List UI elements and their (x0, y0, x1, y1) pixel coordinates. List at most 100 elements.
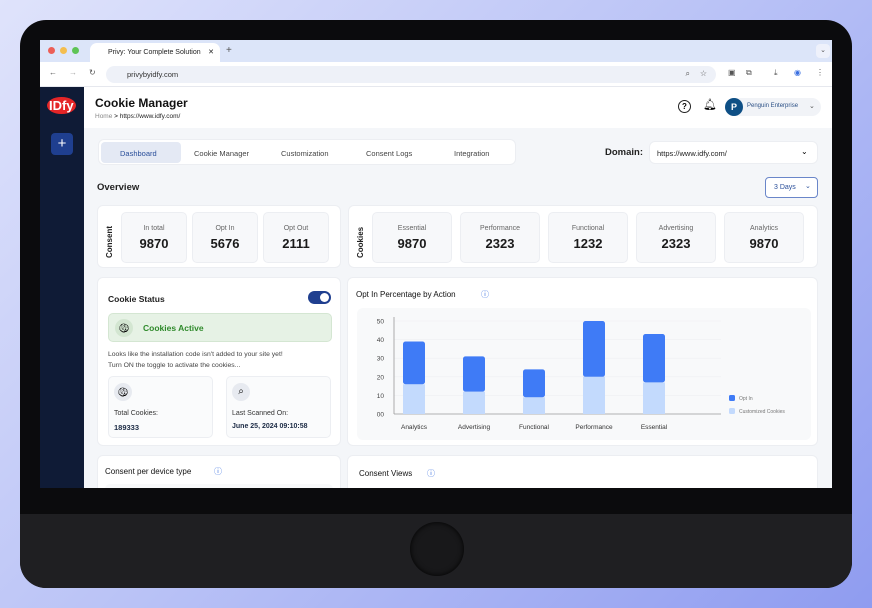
bar-customized-cookies (583, 376, 605, 414)
info-icon[interactable]: ⓘ (427, 468, 435, 479)
maximize-window-button[interactable] (72, 47, 79, 54)
address-bar-row: ← → ↻ privybyidfy.com ⌕ ☆ ▣ ⧉ ⤓ ◉ ⋮ (40, 62, 832, 87)
stat-opt-in: Opt In 5676 (192, 212, 258, 263)
y-tick-label: 00 (377, 412, 385, 419)
device-card: Consent per device type ⓘ (97, 455, 341, 488)
breadcrumb-home[interactable]: Home (95, 113, 112, 120)
cookies-active-banner: 🍪︎ Cookies Active (108, 313, 332, 342)
y-tick-label: 30 (377, 356, 385, 363)
x-tick-label: Analytics (401, 424, 428, 431)
y-tick-label: 20 (377, 374, 385, 381)
cookies-card: Cookies Essential 9870 Performance 2323 Fu… (348, 205, 818, 268)
y-tick-label: 50 (377, 319, 385, 326)
menu-icon[interactable]: ⋮ (816, 68, 824, 77)
legend-label: Opt In (739, 396, 753, 402)
close-window-button[interactable] (48, 47, 55, 54)
x-tick-label: Essential (641, 424, 668, 431)
monitor-logo (410, 522, 464, 576)
status-message: Looks like the installation code isn't a… (108, 351, 283, 369)
tab-search-button[interactable]: ⌄ (816, 44, 830, 58)
legend-swatch (729, 395, 735, 401)
y-tick-label: 40 (377, 337, 385, 344)
cookie-toggle[interactable] (308, 291, 331, 304)
back-icon[interactable]: ← (49, 68, 57, 77)
add-button[interactable]: + (51, 133, 73, 155)
bar-customized-cookies (463, 391, 485, 414)
overview-title: Overview (97, 182, 140, 193)
stat-advertising: Advertising 2323 (636, 212, 716, 263)
opt-in-bar-chart: 00 10 20 30 40 50 Analytics Advertising Function… (357, 308, 811, 440)
url-input[interactable]: privybyidfy.com ⌕ ☆ (106, 66, 716, 83)
search-icon: ⌕ (232, 383, 250, 401)
consent-views-card: Consent Views ⓘ (347, 455, 818, 488)
chevron-down-icon: ⌄ (805, 183, 811, 190)
zoom-icon[interactable]: ⌕ (686, 69, 690, 79)
bar-customized-cookies (523, 397, 545, 414)
new-tab-button[interactable]: + (226, 45, 232, 56)
info-icon[interactable]: ⓘ (481, 289, 489, 300)
extension-icon[interactable]: ▣ (728, 68, 736, 77)
legend-label: Customized Cookies (739, 409, 785, 415)
browser-tab[interactable]: Privy: Your Complete Solution ✕ (90, 43, 220, 62)
device-chart-area (105, 484, 333, 488)
puzzle-icon[interactable]: ⧉ (746, 68, 752, 78)
nav-tabs: Dashboard Cookie Manager Customization C… (98, 139, 516, 165)
bar-opt-in (463, 356, 485, 392)
stat-in-total: In total 9870 (121, 212, 187, 263)
x-tick-label: Performance (575, 424, 613, 431)
bar-opt-in (403, 341, 425, 385)
y-tick-label: 10 (377, 393, 385, 400)
bar-opt-in (583, 321, 605, 377)
domain-label: Domain: (605, 147, 643, 158)
avatar: P (725, 98, 743, 116)
x-tick-label: Advertising (458, 424, 491, 431)
stat-analytics: Analytics 9870 (724, 212, 804, 263)
stat-performance: Performance 2323 (460, 212, 540, 263)
page-header: Cookie Manager Home > https://www.idfy.c… (84, 87, 832, 128)
chart-title: Opt In Percentage by Action (356, 290, 456, 299)
stat-opt-out: Opt Out 2111 (263, 212, 329, 263)
close-tab-icon[interactable]: ✕ (208, 48, 214, 56)
cookie-icon: 🍪︎ (114, 383, 132, 401)
cookie-status-card: Cookie Status 🍪︎ Cookies Active Looks li… (97, 277, 341, 446)
tab-integration[interactable]: Integration (454, 149, 489, 158)
screen: Privy: Your Complete Solution ✕ + ⌄ ← → ↻… (40, 40, 832, 488)
account-menu[interactable]: P Penguin Enterprise ⌄ (725, 98, 821, 116)
bookmark-star-icon[interactable]: ☆ (700, 69, 707, 78)
reload-icon[interactable]: ↻ (89, 68, 96, 77)
bell-icon[interactable]: 🔔︎ (703, 98, 717, 111)
profile-icon[interactable]: ◉ (794, 68, 801, 77)
tab-cookie-manager[interactable]: Cookie Manager (194, 149, 249, 158)
bar-customized-cookies (403, 384, 425, 414)
forward-icon[interactable]: → (69, 68, 77, 77)
opt-in-chart-card: Opt In Percentage by Action ⓘ 00 10 20 30 40… (347, 277, 818, 446)
logo: IDfy (47, 97, 76, 114)
browser-tab-bar: Privy: Your Complete Solution ✕ + ⌄ (40, 40, 832, 62)
stat-essential: Essential 9870 (372, 212, 452, 263)
tab-consent-logs[interactable]: Consent Logs (366, 149, 412, 158)
tab-customization[interactable]: Customization (281, 149, 329, 158)
page-title: Cookie Manager (95, 96, 188, 110)
info-icon[interactable]: ⓘ (214, 466, 222, 477)
range-select[interactable]: 3 Days ⌄ (765, 177, 818, 198)
stat-functional: Functional 1232 (548, 212, 628, 263)
chevron-down-icon: ⌄ (809, 103, 815, 110)
x-tick-label: Functional (519, 424, 550, 431)
consent-card: Consent In total 9870 Opt In 5676 Opt Out 2… (97, 205, 341, 268)
domain-select[interactable]: https://www.idfy.com/ ⌄ (649, 141, 818, 164)
download-icon[interactable]: ⤓ (774, 68, 778, 78)
bar-opt-in (523, 369, 545, 398)
chevron-down-icon: ⌄ (801, 147, 808, 156)
breadcrumb: Home > https://www.idfy.com/ (95, 113, 181, 120)
total-cookies-box: 🍪︎ Total Cookies: 189333 (108, 376, 213, 438)
sidebar: IDfy + (40, 87, 84, 488)
help-icon[interactable]: ? (678, 100, 691, 113)
bar-opt-in (643, 334, 665, 383)
tab-dashboard[interactable]: Dashboard (120, 149, 157, 158)
bar-customized-cookies (643, 382, 665, 414)
cookie-icon: 🍪︎ (115, 319, 133, 337)
last-scanned-box: ⌕ Last Scanned On: June 25, 2024 09:10:5… (226, 376, 331, 438)
cookie-status-title: Cookie Status (108, 294, 165, 304)
minimize-window-button[interactable] (60, 47, 67, 54)
legend-swatch (729, 408, 735, 414)
